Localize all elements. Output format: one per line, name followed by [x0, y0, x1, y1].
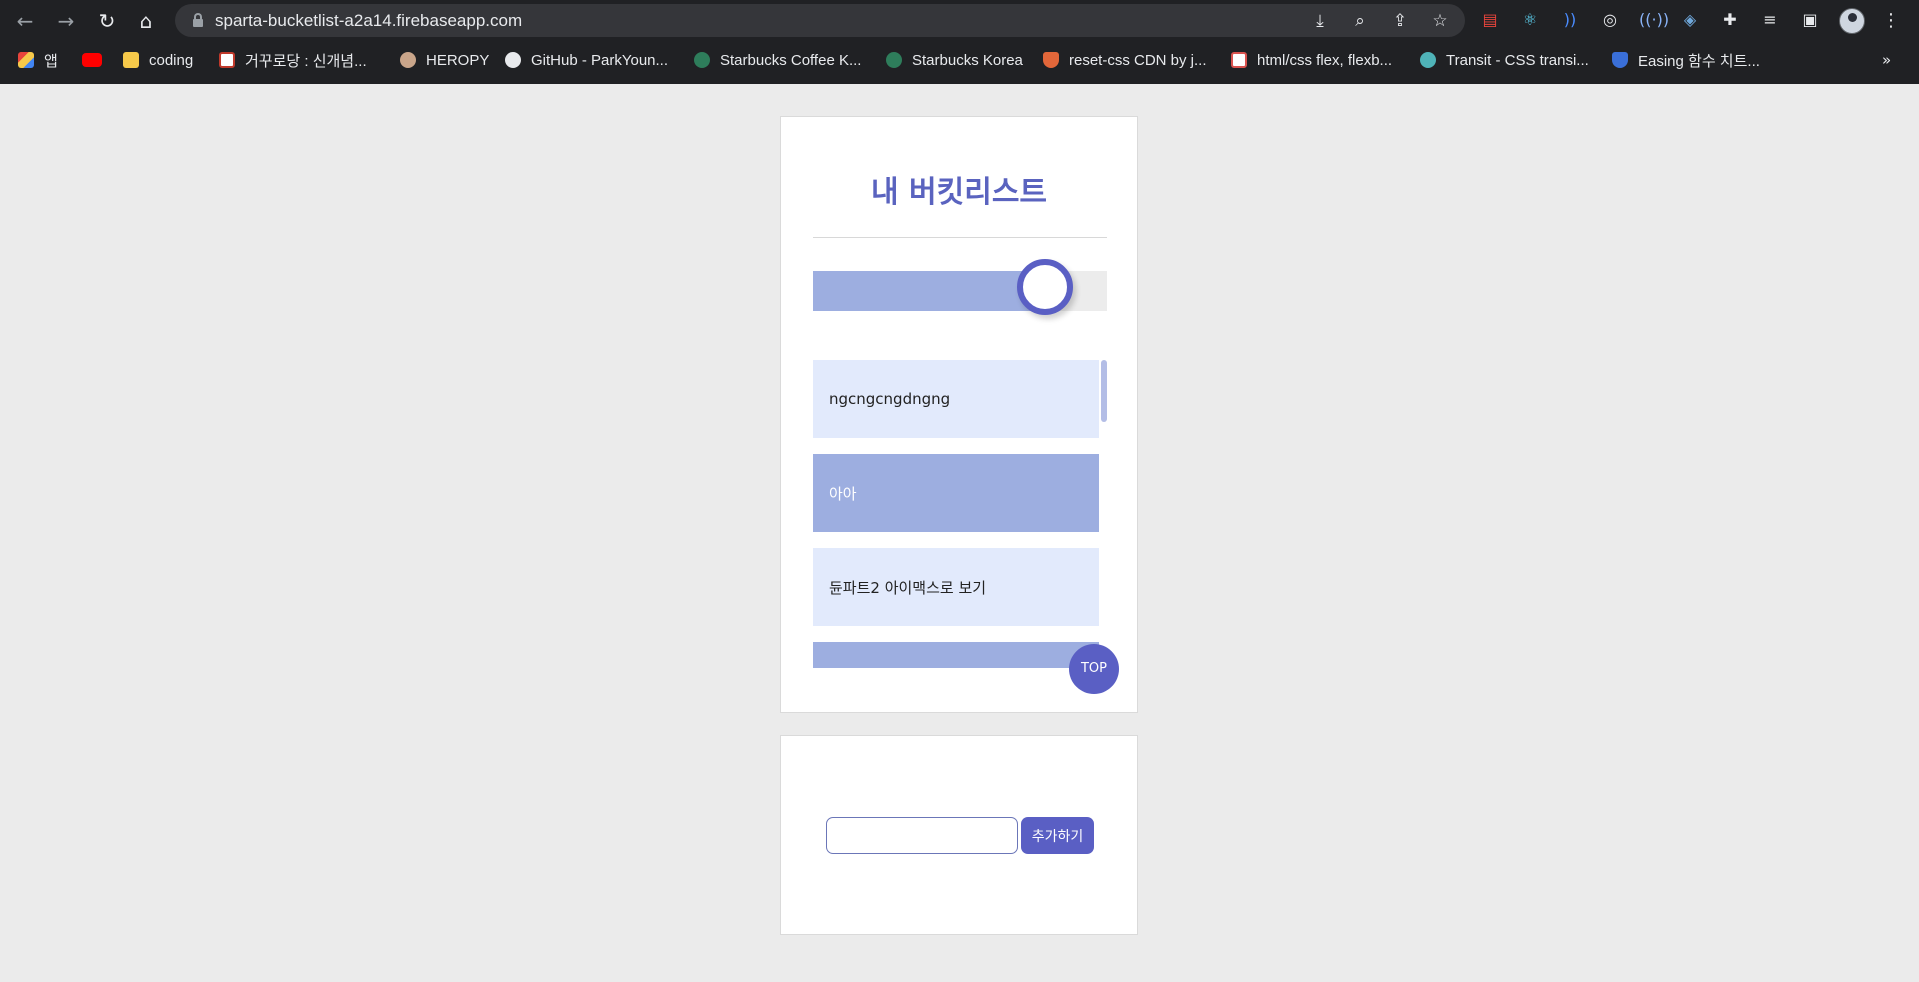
list-item[interactable]: 듄파트2 아이맥스로 보기: [813, 548, 1099, 626]
top-button[interactable]: TOP: [1069, 644, 1119, 694]
bookmark-geokkuro[interactable]: 거꾸로당 : 신개념...: [219, 49, 367, 71]
bookmark-starbucks-coffee[interactable]: Starbucks Coffee K...: [694, 49, 861, 71]
bookmark-label: HEROPY: [426, 51, 490, 69]
react-devtools-icon[interactable]: ⚛: [1519, 9, 1541, 31]
shield-icon: [1043, 52, 1059, 68]
list-item-text: 아아: [829, 484, 857, 503]
bookmark-star-icon[interactable]: ☆: [1430, 11, 1450, 31]
forward-icon[interactable]: →: [54, 9, 78, 33]
zoom-icon[interactable]: ⌕: [1350, 11, 1370, 31]
bookmark-transit[interactable]: Transit - CSS transi...: [1420, 49, 1589, 71]
folder-icon: [123, 52, 139, 68]
bookmark-label: html/css flex, flexb...: [1257, 51, 1393, 69]
list-item-text: 듄파트2 아이맥스로 보기: [829, 578, 987, 597]
menu-icon[interactable]: ⋮: [1882, 8, 1900, 34]
lock-icon[interactable]: [193, 13, 203, 27]
bookmark-label: 거꾸로당 : 신개념...: [245, 52, 367, 70]
home-icon[interactable]: ⌂: [134, 9, 158, 33]
starbucks-icon: [694, 52, 710, 68]
bucket-input[interactable]: [826, 817, 1018, 854]
bookmark-easing[interactable]: Easing 함수 치트...: [1612, 49, 1760, 71]
progress-fill: [813, 271, 1046, 311]
bookmarks-bar: 앱 coding 거꾸로당 : 신개념... HEROPY GitHub - P…: [0, 44, 1919, 76]
bookmark-label: coding: [149, 51, 194, 69]
page-title: 내 버킷리스트: [870, 175, 1048, 210]
browser-chrome: ← → ↻ ⌂ sparta-bucketlist-a2a14.firebase…: [0, 0, 1919, 84]
url-text[interactable]: sparta-bucketlist-a2a14.firebaseapp.com: [215, 11, 522, 31]
bookmark-apps[interactable]: 앱: [18, 49, 58, 71]
list-item[interactable]: 아아: [813, 454, 1099, 532]
side-panel-icon[interactable]: ▣: [1799, 9, 1821, 31]
bookmark-label: reset-css CDN by j...: [1069, 51, 1207, 69]
reading-list-icon[interactable]: ≡: [1759, 9, 1781, 31]
bookmark-starbucks-korea[interactable]: Starbucks Korea: [886, 49, 1023, 71]
add-form-card: 추가하기: [780, 735, 1138, 935]
flexbox-icon: [1231, 52, 1247, 68]
bookmark-github[interactable]: GitHub - ParkYoun...: [505, 49, 668, 71]
youtube-icon: [82, 53, 102, 67]
reload-icon[interactable]: ↻: [95, 9, 119, 33]
back-icon[interactable]: ←: [13, 9, 37, 33]
list-item[interactable]: ngcngcngdngng: [813, 360, 1099, 438]
list-item-text: ngcngcngdngng: [829, 390, 951, 408]
broadcast-icon[interactable]: ((·)): [1639, 9, 1669, 31]
list-scrollbar[interactable]: [1101, 360, 1107, 422]
target-icon[interactable]: ◎: [1599, 9, 1621, 31]
bucket-list[interactable]: ngcngcngdngng 아아 듄파트2 아이맥스로 보기: [813, 360, 1107, 668]
easing-icon: [1612, 52, 1628, 68]
progress-knob: [1017, 259, 1074, 315]
more-bookmarks-icon[interactable]: »: [1882, 51, 1891, 69]
audio-icon[interactable]: )): [1559, 9, 1581, 31]
geokkuro-icon: [219, 52, 235, 68]
bookmark-label: GitHub - ParkYoun...: [531, 51, 669, 69]
extension-icon[interactable]: ▤: [1479, 9, 1501, 31]
heropy-icon: [400, 52, 416, 68]
install-icon[interactable]: ⤓: [1310, 11, 1330, 31]
bucketlist-card: 내 버킷리스트 ngcngcngdngng 아아 듄파트2 아이맥스로 보기 T…: [780, 116, 1138, 713]
bookmark-heropy[interactable]: HEROPY: [400, 49, 489, 71]
bookmark-label: Transit - CSS transi...: [1446, 51, 1589, 69]
puzzle-icon[interactable]: ✚: [1719, 9, 1741, 31]
bookmark-label: Easing 함수 치트...: [1638, 52, 1760, 70]
bookmark-coding[interactable]: coding: [123, 49, 193, 71]
transit-icon: [1420, 52, 1436, 68]
starbucks-icon: [886, 52, 902, 68]
github-icon: [505, 52, 521, 68]
layers-icon[interactable]: ◈: [1679, 9, 1701, 31]
address-bar-row: ← → ↻ ⌂ sparta-bucketlist-a2a14.firebase…: [0, 0, 1919, 42]
title-divider: [813, 237, 1107, 238]
share-icon[interactable]: ⇪: [1390, 11, 1410, 31]
bookmark-reset-css[interactable]: reset-css CDN by j...: [1043, 49, 1207, 71]
address-bar[interactable]: sparta-bucketlist-a2a14.firebaseapp.com …: [175, 4, 1465, 37]
bookmark-youtube[interactable]: [82, 49, 112, 71]
profile-avatar[interactable]: [1839, 8, 1865, 34]
bookmark-label: Starbucks Korea: [912, 51, 1023, 69]
bookmark-flexbox[interactable]: html/css flex, flexb...: [1231, 49, 1392, 71]
bookmark-label: Starbucks Coffee K...: [720, 51, 862, 69]
add-button[interactable]: 추가하기: [1021, 817, 1094, 854]
apps-icon: [18, 52, 34, 68]
list-item[interactable]: [813, 642, 1099, 668]
bookmark-label: 앱: [44, 52, 58, 70]
